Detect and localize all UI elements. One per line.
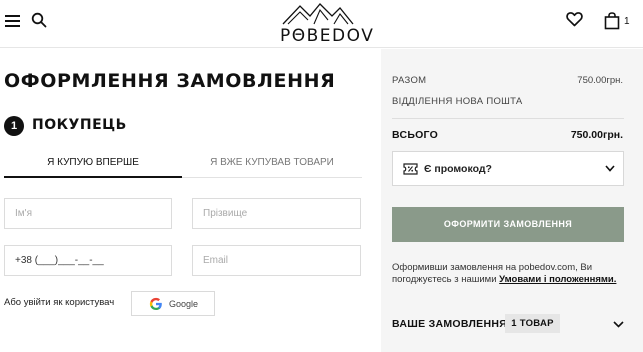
item-count-badge: 1 ТОВАР <box>505 314 560 333</box>
heart-icon[interactable] <box>566 11 583 27</box>
coupon-icon <box>403 163 418 175</box>
terms-link[interactable]: Умовами і положеннями. <box>499 274 616 285</box>
cart-count: 1 <box>624 16 630 27</box>
first-name-field[interactable]: Ім'я <box>4 198 172 229</box>
terms-notice: Оформивши замовлення на pobedov.com, Ви … <box>392 262 624 286</box>
google-login-label: Google <box>169 299 199 309</box>
total-value: 750.00грн. <box>570 129 623 141</box>
last-name-field[interactable]: Прізвище <box>192 198 361 229</box>
tab-returning-customer[interactable]: Я ВЖЕ КУПУВАВ ТОВАРИ <box>182 157 362 177</box>
login-prompt: Або увійти як користувач <box>4 297 115 308</box>
active-tab-indicator <box>4 176 182 178</box>
chevron-down-icon <box>605 165 615 172</box>
page-title: ОФОРМЛЕННЯ ЗАМОВЛЕННЯ <box>4 70 336 92</box>
site-header: PΘBEDOV 1 <box>0 0 643 48</box>
your-order-label: ВАШЕ ЗАМОВЛЕННЯ <box>392 318 508 330</box>
google-icon <box>149 297 162 310</box>
subtotal-value: 750.00грн. <box>577 75 623 86</box>
step-title: ПОКУПЕЦЬ <box>32 117 127 133</box>
expand-order-chevron-icon[interactable] <box>613 321 624 328</box>
promo-code-toggle[interactable]: Є промокод? <box>392 151 624 186</box>
order-summary-panel <box>381 49 643 352</box>
logo-icon <box>282 3 354 25</box>
tab-first-purchase[interactable]: Я КУПУЮ ВПЕРШЕ <box>4 157 182 177</box>
delivery-method-label: ВІДДІЛЕННЯ НОВА ПОШТА <box>392 96 523 107</box>
phone-field[interactable]: +38 (___)___-__-__ <box>4 245 172 276</box>
bag-icon[interactable] <box>604 12 620 30</box>
menu-icon[interactable] <box>5 15 20 27</box>
total-label: ВСЬОГО <box>392 129 439 141</box>
brand-logo[interactable]: PΘBEDOV <box>280 2 375 46</box>
search-icon[interactable] <box>31 12 47 28</box>
step-number-badge: 1 <box>4 116 24 136</box>
logo-text: PΘBEDOV <box>280 26 375 46</box>
summary-divider <box>392 118 624 119</box>
promo-code-label: Є промокод? <box>424 163 492 175</box>
place-order-button[interactable]: ОФОРМИТИ ЗАМОВЛЕННЯ <box>392 207 624 242</box>
subtotal-label: РАЗОМ <box>392 75 427 86</box>
google-login-button[interactable]: Google <box>131 291 215 316</box>
email-field[interactable]: Email <box>192 245 361 276</box>
